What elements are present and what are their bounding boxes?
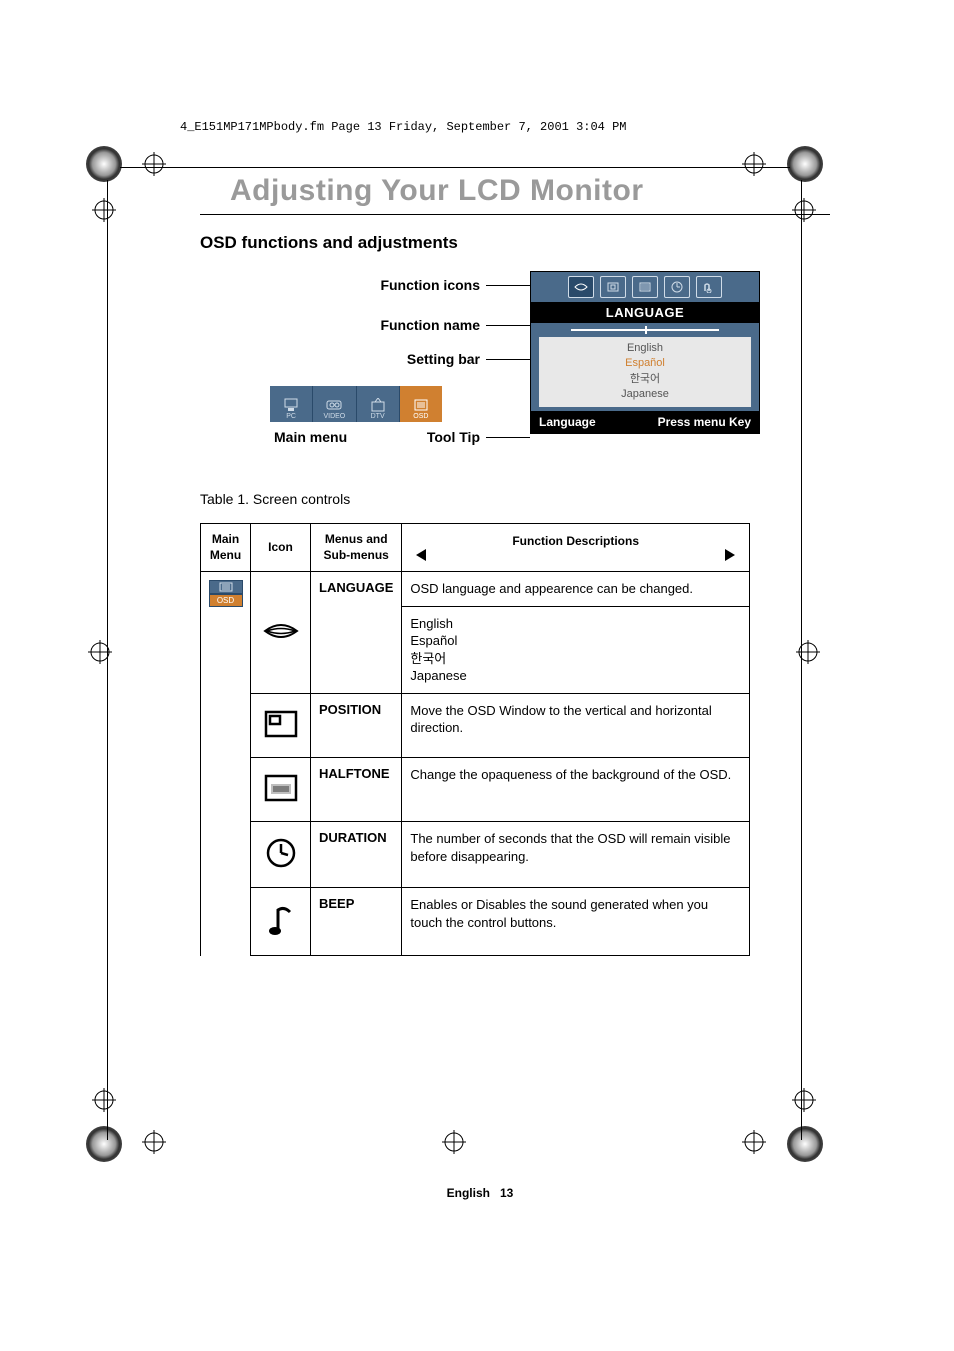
- label-setting-bar: Setting bar: [355, 351, 480, 367]
- th-main-menu: Main Menu: [201, 524, 251, 572]
- halftone-icon: [262, 772, 300, 804]
- mainmenu-osd: OSD: [400, 386, 442, 422]
- label-function-icons: Function icons: [320, 277, 480, 293]
- page-title: Adjusting Your LCD Monitor: [230, 174, 830, 208]
- osd-icon: [413, 398, 429, 412]
- screen-controls-table: Main Menu Icon Menus and Sub-menus Funct…: [200, 523, 750, 956]
- osd-footer-right: Press menu Key: [658, 415, 751, 429]
- mm-label: PC: [286, 413, 296, 420]
- th-menus: Menus and Sub-menus: [311, 524, 402, 572]
- page-footer: English 13: [130, 1186, 830, 1200]
- desc-duration: The number of seconds that the OSD will …: [402, 822, 750, 888]
- video-icon: [326, 398, 342, 412]
- duration-icon: [664, 276, 690, 298]
- menu-language: LANGUAGE: [311, 572, 402, 694]
- crop-mark-icon: [88, 640, 112, 664]
- mm-label: VIDEO: [323, 413, 345, 420]
- desc-position: Move the OSD Window to the vertical and …: [402, 693, 750, 757]
- tv-icon: [370, 398, 386, 412]
- osd-lang-item: Español: [539, 356, 751, 371]
- position-icon: [600, 276, 626, 298]
- mainmenu-pc: PC: [270, 386, 313, 422]
- mm-label: DTV: [371, 413, 385, 420]
- crop-mark-icon: [92, 1088, 116, 1112]
- osd-diagram: Function icons Function name Setting bar…: [200, 271, 760, 471]
- desc-beep: Enables or Disables the sound generated …: [402, 888, 750, 956]
- slider-thumb-icon: [645, 326, 647, 334]
- right-arrow-icon: [725, 549, 735, 561]
- icon-language: [251, 572, 311, 694]
- mainmenu-video: VIDEO: [313, 386, 356, 422]
- main-menu-cell: OSD: [201, 572, 251, 956]
- footer-page: 13: [500, 1186, 513, 1200]
- label-main-menu: Main menu: [274, 429, 347, 445]
- language-icon: [568, 276, 594, 298]
- menu-beep: BEEP: [311, 888, 402, 956]
- osd-icon-row: [531, 272, 759, 302]
- menu-position: POSITION: [311, 693, 402, 757]
- osd-footer: Language Press menu Key: [531, 411, 759, 433]
- label-function-name: Function name: [320, 317, 480, 333]
- leader-line-icon: [486, 437, 530, 438]
- table-caption: Table 1. Screen controls: [200, 491, 830, 507]
- osd-mini-icon: [209, 580, 243, 594]
- osd-title: LANGUAGE: [531, 302, 759, 323]
- th-icon: Icon: [251, 524, 311, 572]
- icon-position: [251, 693, 311, 757]
- desc-language: OSD language and appearence can be chang…: [402, 572, 750, 607]
- mainmenu-dtv: DTV: [357, 386, 400, 422]
- clock-icon: [263, 836, 299, 870]
- menu-duration: DURATION: [311, 822, 402, 888]
- menu-halftone: HALFTONE: [311, 758, 402, 822]
- burst-tl: [86, 146, 122, 182]
- position-icon: [262, 708, 300, 740]
- footer-lang: English: [447, 1186, 490, 1200]
- burst-bl: [86, 1126, 122, 1162]
- label-tool-tip: Tool Tip: [372, 429, 480, 445]
- icon-halftone: [251, 758, 311, 822]
- osd-lang-item: 한국어: [539, 372, 751, 387]
- lang-option: Español: [410, 632, 741, 650]
- osd-lang-list: English Español 한국어 Japanese: [539, 337, 751, 407]
- desc-language-list: English Español 한국어 Japanese: [402, 606, 750, 693]
- beep-icon: [696, 276, 722, 298]
- osd-tag: OSD: [209, 594, 243, 607]
- monitor-icon: [283, 398, 299, 412]
- crop-mark-icon: [92, 198, 116, 222]
- main-menu-strip: PC VIDEO DTV OSD: [270, 386, 442, 422]
- osd-lang-item: Japanese: [539, 387, 751, 402]
- osd-footer-left: Language: [539, 415, 596, 429]
- left-arrow-icon: [416, 549, 426, 561]
- framemaker-header: 4_E151MP171MPbody.fm Page 13 Friday, Sep…: [180, 120, 830, 134]
- lang-option: English: [410, 615, 741, 633]
- lips-icon: [261, 617, 301, 645]
- leader-line-icon: [486, 359, 536, 360]
- mm-label: OSD: [413, 413, 428, 420]
- halftone-icon: [632, 276, 658, 298]
- icon-beep: [251, 888, 311, 956]
- title-rule-icon: [200, 214, 830, 215]
- lang-option: Japanese: [410, 667, 741, 685]
- desc-halftone: Change the opaqueness of the background …: [402, 758, 750, 822]
- osd-window: LANGUAGE English Español 한국어 Japanese La…: [530, 271, 760, 434]
- leader-line-icon: [486, 325, 536, 326]
- icon-duration: [251, 822, 311, 888]
- lang-option: 한국어: [410, 650, 741, 668]
- music-note-icon: [264, 902, 298, 938]
- osd-lang-item: English: [539, 341, 751, 356]
- page-border-icon: [107, 180, 108, 1140]
- th-function-desc: Function Descriptions: [402, 524, 750, 572]
- section-heading: OSD functions and adjustments: [200, 233, 830, 253]
